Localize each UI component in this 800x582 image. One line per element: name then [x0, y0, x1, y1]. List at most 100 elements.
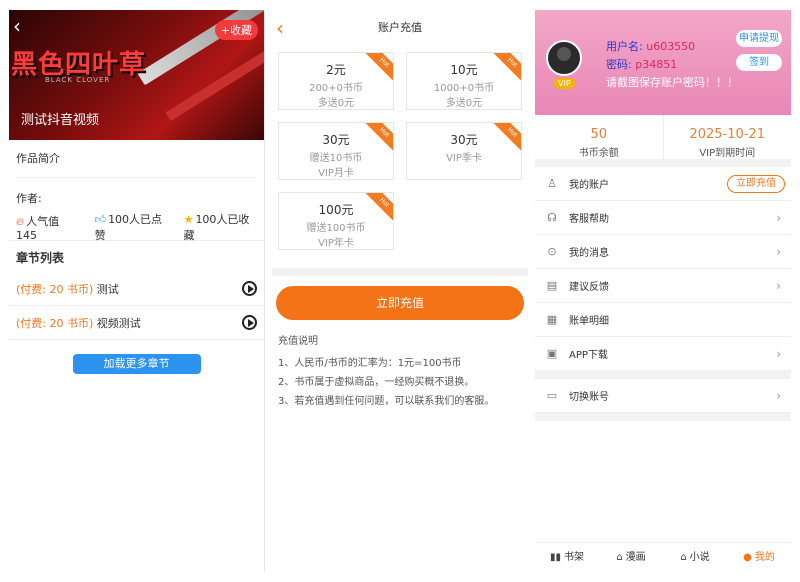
menu-label: APP下载: [569, 350, 608, 361]
menu-item-feedback[interactable]: ▤ 建议反馈 ›: [535, 269, 791, 303]
star-icon: ★: [183, 213, 194, 226]
vip-expire: 2025-10-21 VIP到期时间: [662, 115, 792, 159]
recharge-header: ‹ 账户充值: [272, 10, 528, 46]
menu-item-app-download[interactable]: ▣ APP下载 ›: [535, 337, 791, 371]
menu-label: 我的账户: [569, 180, 609, 191]
note-line: 3、若充值遇到任何问题，可以联系我们的客服。: [278, 396, 495, 407]
headset-icon: ☊: [547, 211, 557, 224]
feedback-icon: ▤: [546, 279, 558, 292]
recharge-option[interactable]: Hot 100元 赠送100书币 VIP年卡: [278, 192, 394, 250]
note-line: 1、人民币/书币的汇率为：1元=100书币: [278, 358, 462, 369]
tab-novels[interactable]: ⌂ 小说: [663, 543, 727, 572]
home-icon: ⌂: [616, 552, 623, 563]
menu-label: 账单明细: [569, 316, 609, 327]
option-line2: VIP月卡: [318, 168, 354, 179]
home-icon: ⌂: [680, 552, 687, 563]
balance-bar: 50 书币余额 2025-10-21 VIP到期时间: [535, 115, 791, 167]
recharge-now-button[interactable]: 立即充值: [727, 174, 785, 193]
chevron-right-icon: ›: [776, 388, 781, 403]
likes-stat[interactable]: 👍︎ 100人已点赞: [95, 211, 170, 243]
recharge-option[interactable]: Hot 30元 赠送10书币 VIP月卡: [278, 122, 394, 180]
pay-now-button[interactable]: 立即充值: [276, 286, 524, 320]
menu-item-messages[interactable]: ⊙ 我的消息 ›: [535, 235, 791, 269]
chevron-right-icon: ›: [776, 278, 781, 293]
work-stats: 🔥︎ 人气值 145 👍︎ 100人已点赞 ★ 100人已收藏: [16, 211, 257, 243]
password-label: 密码:: [606, 58, 632, 71]
recharge-option[interactable]: Hot 2元 200+0书币 多送0元: [278, 52, 394, 110]
vip-expire-value: 2025-10-21: [689, 127, 766, 142]
person-icon: ●: [743, 552, 752, 563]
menu-item-help[interactable]: ☊ 客服帮助 ›: [535, 201, 791, 235]
sign-in-button[interactable]: 签到: [736, 54, 782, 71]
menu-item-bills[interactable]: ▦ 账单明细: [535, 303, 791, 337]
coin-balance-label: 书币余额: [578, 148, 619, 159]
section-divider: [535, 371, 791, 379]
favorites-text: 100人已收藏: [183, 213, 250, 242]
menu-label: 客服帮助: [569, 214, 609, 225]
coin-balance-value: 50: [590, 127, 608, 142]
chapter-item[interactable]: (付费: 20 书币) 视频测试: [9, 306, 264, 340]
work-detail-panel: ‹ 黑色四叶草 BLACK CLOVER 测试抖音视频 +收藏 作品简介 作者:…: [9, 10, 265, 572]
popularity-stat: 🔥︎ 人气值 145: [16, 213, 81, 242]
chapter-item[interactable]: (付费: 20 书币) 测试: [9, 272, 264, 306]
back-icon[interactable]: ‹: [276, 10, 284, 46]
user-info: 用户名: u603550 密码: p34851 请截图保存账户密码！！！: [606, 38, 738, 92]
section-divider: [272, 268, 528, 276]
user-icon: ♙: [547, 177, 557, 190]
recharge-option[interactable]: Hot 30元 VIP季卡: [406, 122, 522, 180]
cover-logo-subtitle: BLACK CLOVER: [45, 76, 111, 84]
load-more-button[interactable]: 加载更多章节: [72, 354, 201, 374]
option-line1: VIP季卡: [446, 153, 482, 164]
collect-button[interactable]: +收藏: [214, 20, 258, 40]
password-value: p34851: [635, 58, 678, 71]
option-line2: 多送0元: [445, 98, 483, 109]
option-line1: 1000+0书币: [433, 83, 495, 94]
fire-icon: 🔥︎: [16, 214, 25, 228]
download-icon: ▣: [546, 347, 558, 360]
withdraw-button[interactable]: 申请提现: [736, 30, 782, 47]
tab-label: 书架: [564, 552, 584, 563]
favorites-stat[interactable]: ★ 100人已收藏: [184, 211, 257, 243]
intro-label: 作品简介: [16, 140, 257, 178]
author-label: 作者:: [16, 192, 42, 205]
save-password-hint: 请截图保存账户密码！！！: [606, 76, 738, 89]
chevron-right-icon: ›: [776, 346, 781, 361]
bottom-tab-bar: ▮▮ 书架 ⌂ 漫画 ⌂ 小说 ● 我的: [535, 542, 791, 572]
recharge-option[interactable]: Hot 10元 1000+0书币 多送0元: [406, 52, 522, 110]
recharge-panel: ‹ 账户充值 Hot 2元 200+0书币 多送0元 Hot 10元 1000+…: [272, 10, 528, 572]
avatar[interactable]: [546, 40, 582, 76]
chevron-right-icon: ›: [776, 244, 781, 259]
tab-label: 漫画: [625, 552, 646, 563]
wallet-icon: ▭: [546, 389, 558, 402]
option-line1: 200+0书币: [309, 83, 363, 94]
vip-expire-label: VIP到期时间: [699, 148, 756, 159]
work-title: 测试抖音视频: [21, 113, 100, 128]
chapter-fee: (付费: 20 书币): [16, 282, 94, 296]
menu-item-switch-account[interactable]: ▭ 切换账号 ›: [535, 379, 791, 413]
chapter-fee: (付费: 20 书币): [16, 316, 94, 330]
bookshelf-icon: ▮▮: [549, 552, 561, 563]
section-divider: [535, 413, 791, 421]
menu-label: 我的消息: [569, 248, 609, 259]
message-icon: ⊙: [547, 245, 557, 258]
notes-title: 充值说明: [278, 336, 318, 347]
thumbs-up-icon: 👍︎: [94, 213, 107, 226]
play-icon[interactable]: [242, 315, 257, 330]
back-icon[interactable]: ‹: [13, 16, 21, 36]
vip-badge: VIP: [554, 78, 575, 89]
account-menu: ♙ 我的账户 立即充值 ☊ 客服帮助 › ⊙ 我的消息 › ▤ 建议反馈 › ▦…: [535, 167, 791, 421]
page-title: 账户充值: [378, 21, 422, 34]
chapter-list-title: 章节列表: [9, 240, 264, 272]
chapter-name: 测试: [96, 282, 119, 296]
tab-mine[interactable]: ● 我的: [727, 543, 791, 572]
tab-bookshelf[interactable]: ▮▮ 书架: [535, 543, 599, 572]
menu-item-my-account[interactable]: ♙ 我的账户 立即充值: [535, 167, 791, 201]
account-panel: VIP 用户名: u603550 密码: p34851 请截图保存账户密码！！！…: [535, 10, 791, 572]
play-icon[interactable]: [242, 281, 257, 296]
option-line1: 赠送100书币: [306, 223, 366, 234]
recharge-notes: 充值说明 1、人民币/书币的汇率为：1元=100书币 2、书币属于虚拟商品，一经…: [272, 320, 528, 423]
tab-comics[interactable]: ⌂ 漫画: [599, 543, 663, 572]
menu-label: 建议反馈: [569, 282, 609, 293]
profile-header: VIP 用户名: u603550 密码: p34851 请截图保存账户密码！！！…: [535, 10, 791, 115]
coin-balance: 50 书币余额: [535, 115, 663, 159]
